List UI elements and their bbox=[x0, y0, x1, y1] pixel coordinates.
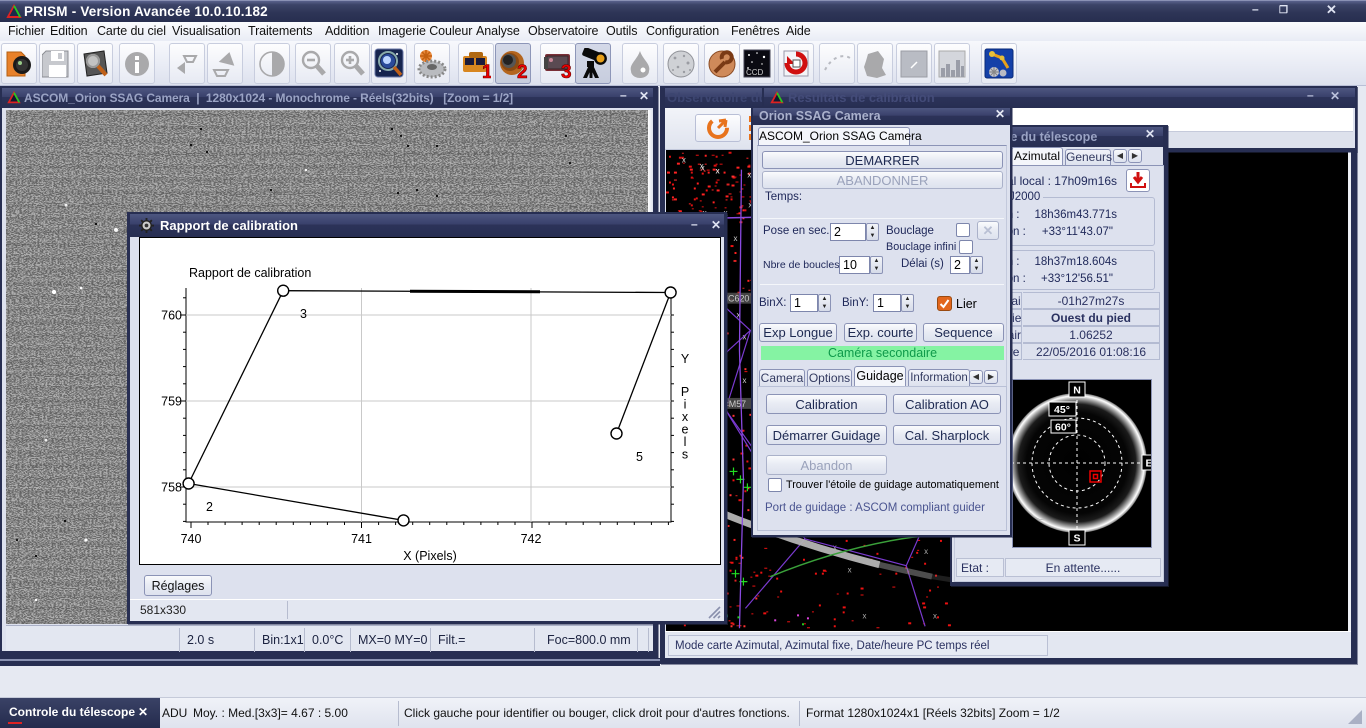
svg-text:x: x bbox=[716, 167, 720, 176]
svg-text:x: x bbox=[933, 611, 937, 620]
svg-text:741: 741 bbox=[351, 532, 372, 546]
svg-text:x: x bbox=[848, 566, 852, 575]
svg-text:758: 758 bbox=[161, 481, 182, 495]
svg-text:x: x bbox=[863, 611, 867, 620]
svg-text:742: 742 bbox=[521, 532, 542, 546]
svg-text:1: 1 bbox=[482, 62, 491, 80]
svg-text:60°: 60° bbox=[1055, 422, 1071, 434]
svg-text:x: x bbox=[734, 234, 738, 243]
svg-text:X (Pixels): X (Pixels) bbox=[403, 549, 456, 563]
svg-text:3: 3 bbox=[300, 307, 307, 321]
svg-text:IC620: IC620 bbox=[726, 294, 750, 304]
svg-text:Y: Y bbox=[681, 352, 690, 366]
svg-text:CCD: CCD bbox=[746, 68, 764, 77]
svg-text:Rapport de calibration: Rapport de calibration bbox=[189, 266, 311, 280]
svg-text:5: 5 bbox=[636, 450, 643, 464]
svg-text:x: x bbox=[700, 162, 704, 171]
svg-text:759: 759 bbox=[161, 395, 182, 409]
svg-text:2: 2 bbox=[206, 500, 213, 514]
svg-text:740: 740 bbox=[181, 532, 202, 546]
svg-text:760: 760 bbox=[161, 309, 182, 323]
svg-text:x: x bbox=[682, 156, 686, 165]
svg-text:x: x bbox=[924, 547, 928, 556]
svg-text:E: E bbox=[1145, 458, 1151, 470]
svg-text:S: S bbox=[1073, 533, 1080, 545]
svg-text:3: 3 bbox=[561, 62, 572, 80]
svg-text:N: N bbox=[1073, 385, 1081, 397]
svg-text:2: 2 bbox=[517, 62, 528, 80]
svg-text:45°: 45° bbox=[1054, 404, 1070, 416]
svg-text:s: s bbox=[682, 448, 688, 462]
svg-text:x: x bbox=[742, 376, 746, 385]
